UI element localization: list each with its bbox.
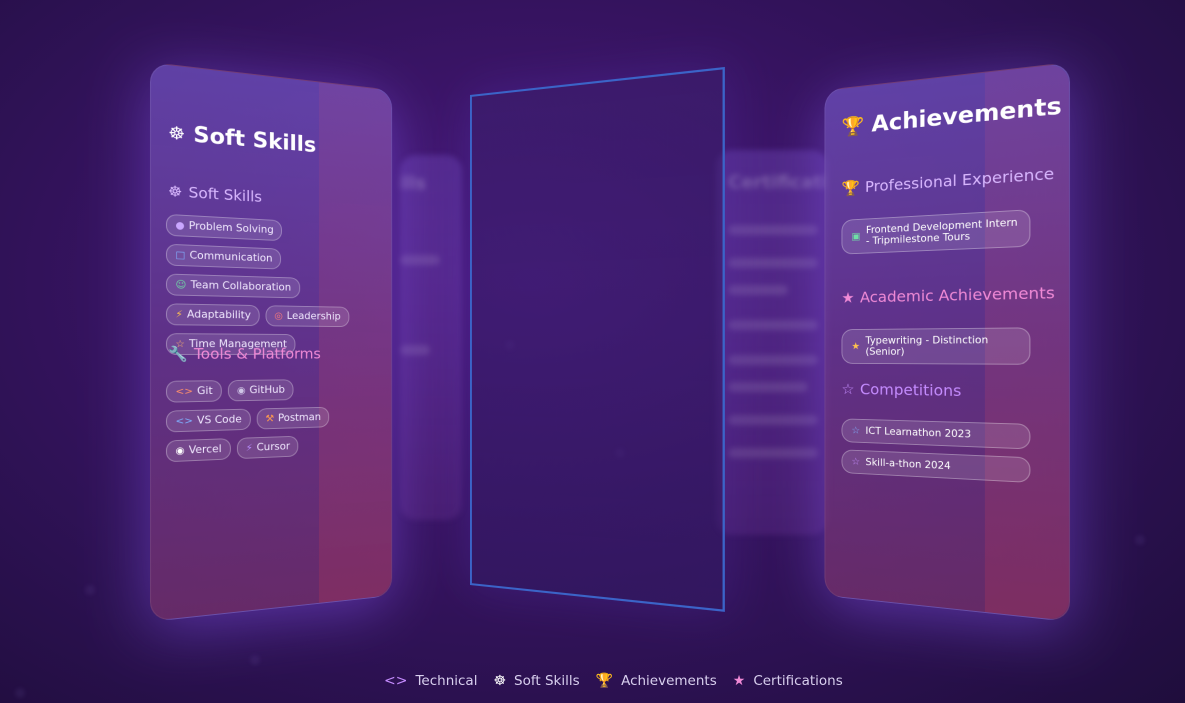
achievement-item-internship[interactable]: ▣ Frontend Development Intern - Tripmile… [841,209,1031,255]
nav-soft-skills[interactable]: ☸ Soft Skills [493,673,579,689]
achievement-label: Typewriting - Distinction (Senior) [865,334,989,358]
chip-label: Adaptability [186,308,251,322]
github-icon: ◉ [236,385,246,396]
trophy-icon: 🏆 [841,113,865,139]
nav-label: Achievements [621,673,717,689]
lightning-icon: ⚡ [245,442,253,454]
award-icon: ★ [851,340,861,352]
chat-icon: □ [175,249,186,261]
soft-skills-card-title: ☸ Soft Skills [168,121,316,158]
chip-github[interactable]: ◉ GitHub [227,379,294,402]
star-icon: ☆ [851,456,861,468]
chip-git[interactable]: <> Git [165,380,222,403]
ghost-line [728,382,808,392]
chip-adaptability[interactable]: ⚡ Adaptability [165,303,260,327]
brain-icon: ☸ [168,182,183,201]
ghost-line [728,258,818,268]
technical-skills-ghost-title: Technical Skills [400,173,426,194]
chip-label: Git [197,385,213,398]
code-icon: <> [384,673,408,689]
achievement-label: Frontend Development Intern - Tripmilest… [865,216,1018,248]
nav-label: Soft Skills [514,673,580,689]
technical-skills-card-blurred[interactable]: Technical Skills [400,155,462,520]
nav-label: Technical [415,673,478,689]
nav-achievements[interactable]: 🏆 Achievements [596,673,717,689]
nav-technical[interactable]: <> Technical [384,673,477,689]
star-icon: ☆ [841,380,855,398]
chip-label: Communication [189,249,273,265]
achievement-item-ict-learnathon[interactable]: ☆ ICT Learnathon 2023 [841,418,1031,450]
ghost-line [728,320,818,330]
chip-communication[interactable]: □ Communication [165,243,282,270]
lightning-icon: ⚡ [175,308,183,320]
center-card-frame[interactable] [470,66,725,612]
ghost-line [400,345,430,355]
chip-label: Cursor [256,440,291,454]
tools-section-text: Tools & Platforms [193,345,321,363]
chip-postman[interactable]: ⚒ Postman [256,406,330,430]
chip-label: GitHub [249,384,285,397]
chip-vscode[interactable]: <> VS Code [165,408,251,433]
chip-label: Leadership [286,310,341,323]
chip-problem-solving[interactable]: ● Problem Solving [165,213,283,242]
trophy-icon: 🏆 [841,178,860,198]
tools-platforms-section-heading: 🔧 Tools & Platforms [168,345,321,363]
ghost-line [400,255,440,265]
chip-leadership[interactable]: ◎ Leadership [265,305,349,328]
nav-label: Certifications [753,673,843,689]
ghost-line [728,415,818,425]
wrench-icon: ⚒ [265,413,275,425]
nav-certifications[interactable]: ★ Certifications [733,673,843,689]
achievements-card[interactable]: 🏆 Achievements 🏆 Professional Experience… [824,62,1070,622]
award-icon: ★ [732,673,746,689]
chip-label: Team Collaboration [190,279,292,294]
certifications-card-blurred[interactable]: Certifications [716,150,828,535]
users-icon: ☺ [175,279,187,291]
ghost-line [728,225,818,235]
chip-label: Postman [277,411,321,425]
soft-skills-section-heading: ☸ Soft Skills [168,182,262,206]
chip-team-collaboration[interactable]: ☺ Team Collaboration [165,273,300,299]
code-icon: <> [175,385,193,398]
chip-vercel[interactable]: ◉ Vercel [165,438,231,463]
ghost-line [728,448,818,458]
chip-label: Problem Solving [188,220,274,236]
soft-skills-title-text: Soft Skills [193,123,317,158]
star-icon: ☆ [851,425,861,437]
wrench-icon: 🔧 [168,345,188,363]
competitions-heading-text: Competitions [859,380,962,400]
section-nav: <> Technical ☸ Soft Skills 🏆 Achievement… [384,673,843,689]
chip-label: VS Code [197,413,242,427]
award-icon: ★ [841,288,855,307]
brain-icon: ☸ [168,122,186,145]
briefcase-icon: ▣ [851,230,861,243]
soft-skills-chip-list: ● Problem Solving □ Communication ☺ Team… [165,213,361,355]
ghost-line [728,355,818,365]
ghost-line [728,285,788,295]
chip-label: Vercel [188,443,222,457]
achievement-label: ICT Learnathon 2023 [865,425,972,441]
trophy-icon: 🏆 [595,673,614,689]
achievement-item-typewriting[interactable]: ★ Typewriting - Distinction (Senior) [841,327,1031,365]
chip-cursor[interactable]: ⚡ Cursor [236,435,299,460]
soft-skills-section-text: Soft Skills [188,183,262,206]
academic-heading-text: Academic Achievements [859,283,1055,307]
tools-chip-list: <> Git ◉ GitHub <> VS Code ⚒ Postman ◉ V… [165,379,361,463]
certifications-ghost-title: Certifications [728,172,828,193]
globe-icon: ◉ [175,445,185,457]
carousel-stage: Technical Skills Certifications ☸ Soft S… [0,0,1185,703]
target-icon: ◎ [274,310,283,322]
puzzle-icon: ● [175,219,185,232]
code-icon: <> [175,415,193,427]
brain-icon: ☸ [493,673,507,689]
competitions-heading: ☆ Competitions [841,380,961,400]
achievement-label: Skill-a-thon 2024 [865,456,951,473]
soft-skills-card[interactable]: ☸ Soft Skills ☸ Soft Skills ● Problem So… [150,62,393,622]
